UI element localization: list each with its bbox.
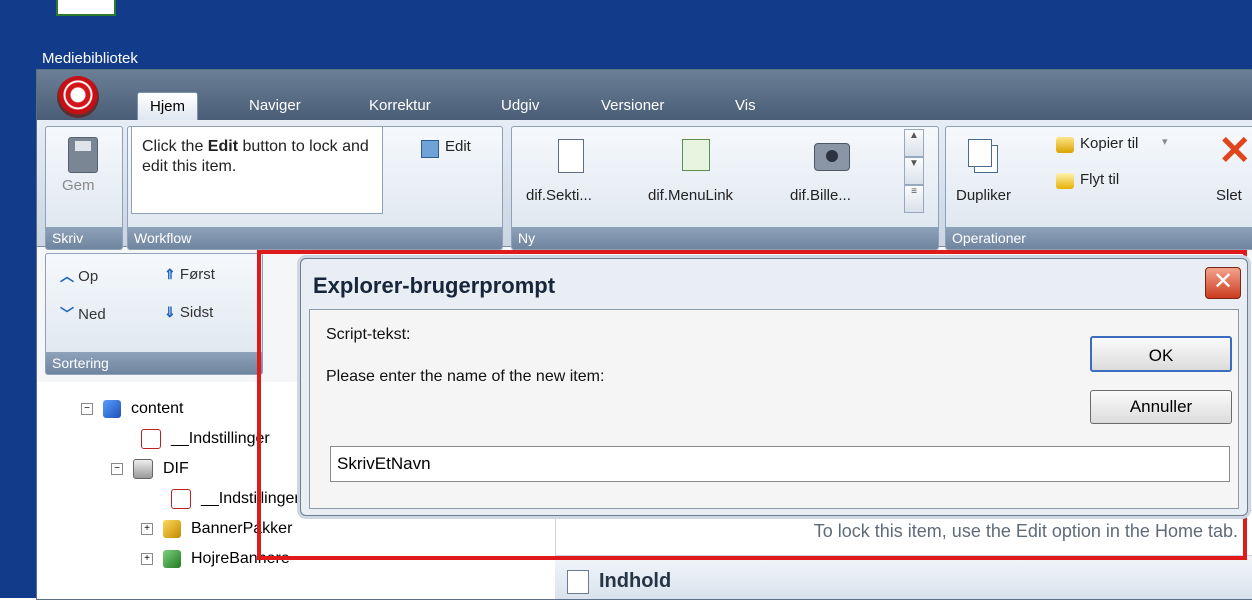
- edit-button[interactable]: Edit: [445, 138, 471, 155]
- ribbon-group-label: Ny: [512, 227, 938, 249]
- settings-item-icon: [141, 428, 161, 449]
- save-icon: [68, 137, 98, 173]
- tab-vis[interactable]: Vis: [723, 92, 768, 120]
- dialog-title: Explorer-brugerprompt: [313, 273, 556, 298]
- copy-to-dropdown-icon[interactable]: ▾: [1162, 135, 1168, 148]
- tab-udgiv[interactable]: Udgiv: [489, 92, 551, 120]
- move-up-button[interactable]: ︿ Op: [60, 266, 98, 286]
- new-image-button[interactable]: dif.Bille...: [790, 187, 851, 204]
- ribbon: Gem Skriv Workflow Click the Edit button…: [37, 120, 1252, 250]
- application-orb-icon[interactable]: [57, 76, 99, 118]
- move-last-button[interactable]: ⇓ Sidst: [164, 304, 213, 321]
- section-doc-icon: [558, 139, 584, 173]
- move-last-label: Sidst: [179, 304, 214, 321]
- folder-icon: [163, 519, 181, 538]
- duplicate-icon: [968, 139, 992, 167]
- ribbon-group-label: Operationer: [946, 227, 1252, 249]
- cancel-button[interactable]: Annuller: [1090, 390, 1232, 424]
- section-document-icon: [567, 570, 589, 594]
- workflow-note-text: Click the Edit button to lock and edit t…: [142, 137, 382, 177]
- close-icon[interactable]: ✕: [1205, 267, 1241, 299]
- ok-button[interactable]: OK: [1090, 336, 1232, 372]
- expand-icon[interactable]: +: [141, 552, 153, 565]
- collapse-icon[interactable]: −: [81, 402, 93, 415]
- duplicate-button[interactable]: Dupliker: [956, 187, 1011, 204]
- move-up-label: Op: [78, 268, 99, 285]
- section-title: Indhold: [599, 570, 672, 592]
- ribbon-group-label: Workflow: [128, 227, 502, 249]
- workflow-note: Click the Edit button to lock and edit t…: [131, 126, 383, 214]
- double-chevron-down-icon: ⇓: [164, 304, 176, 320]
- site-icon: [133, 458, 153, 479]
- folder-icon: [163, 549, 181, 568]
- chevron-down-icon: ﹀: [60, 306, 74, 322]
- item-name-input[interactable]: [330, 446, 1230, 482]
- tree-item[interactable]: − content: [81, 394, 183, 424]
- copy-to-icon: [1056, 137, 1074, 153]
- double-chevron-up-icon: ⇑: [164, 266, 176, 282]
- save-button[interactable]: Gem: [62, 177, 95, 194]
- delete-button[interactable]: Slet: [1216, 187, 1242, 204]
- tab-versioner[interactable]: Versioner: [589, 92, 676, 120]
- script-label: Script-tekst:: [326, 326, 411, 343]
- menulink-icon: [682, 139, 710, 171]
- tree-item-label: DIF: [163, 460, 189, 477]
- desktop-shortcut-label[interactable]: Mediebibliotek: [42, 50, 138, 67]
- new-section-button[interactable]: dif.Sekti...: [526, 187, 592, 204]
- tab-korrektur[interactable]: Korrektur: [357, 92, 443, 120]
- tree-item[interactable]: __Indstillinger: [141, 424, 270, 454]
- section-header[interactable]: Indhold: [555, 562, 1252, 599]
- ribbon-tab-bar: Hjem Naviger Korrektur Udgiv Versioner V…: [37, 70, 1252, 121]
- gallery-expand-icon[interactable]: ≡: [904, 185, 924, 213]
- ribbon-group-sortering: ︿ Op ⇑ Først ﹀ Ned ⇓ Sidst Sortering: [45, 253, 263, 375]
- tree-item-label: content: [131, 400, 184, 417]
- edit-icon: [421, 140, 439, 158]
- expand-icon[interactable]: +: [141, 522, 153, 535]
- dialog-body: Script-tekst: Please enter the name of t…: [309, 309, 1239, 509]
- move-first-label: Først: [179, 266, 215, 283]
- content-icon: [103, 399, 121, 418]
- settings-item-icon: [171, 488, 191, 509]
- prompt-dialog: Explorer-brugerprompt ✕ Script-tekst: Pl…: [300, 258, 1248, 516]
- ribbon-group-ny: dif.Sekti... dif.MenuLink dif.Bille... ▲…: [511, 126, 939, 250]
- tab-hjem[interactable]: Hjem: [137, 92, 199, 121]
- ribbon-group-label: Sortering: [46, 352, 262, 374]
- move-to-icon: [1056, 173, 1074, 189]
- collapse-icon[interactable]: −: [111, 462, 123, 475]
- gallery-scroll-down-icon[interactable]: ▼: [904, 157, 924, 185]
- move-down-label: Ned: [78, 306, 106, 323]
- tree-item-label: __Indstillinger: [171, 430, 270, 447]
- ribbon-group-skriv: Gem Skriv: [45, 126, 123, 250]
- delete-icon: ✕: [1218, 129, 1252, 173]
- move-to-button[interactable]: Flyt til: [1080, 171, 1119, 188]
- move-down-button[interactable]: ﹀ Ned: [60, 304, 106, 324]
- workflow-note-prefix: Click the: [142, 138, 208, 155]
- tree-item[interactable]: − DIF: [111, 454, 189, 484]
- ribbon-group-operationer: Dupliker Kopier til ▾ Flyt til ✕ Slet Op…: [945, 126, 1252, 250]
- workflow-note-bold: Edit: [207, 138, 239, 155]
- camera-icon: [814, 143, 850, 171]
- desktop-shortcut-icon[interactable]: [56, 0, 116, 16]
- tab-naviger[interactable]: Naviger: [237, 92, 313, 120]
- gallery-scroll-up-icon[interactable]: ▲: [904, 129, 924, 157]
- chevron-up-icon: ︿: [60, 268, 74, 284]
- move-first-button[interactable]: ⇑ Først: [164, 266, 215, 283]
- ribbon-group-label: Skriv: [46, 227, 122, 249]
- prompt-text: Please enter the name of the new item:: [326, 368, 605, 385]
- copy-to-button[interactable]: Kopier til: [1080, 135, 1138, 152]
- new-menulink-button[interactable]: dif.MenuLink: [648, 187, 733, 204]
